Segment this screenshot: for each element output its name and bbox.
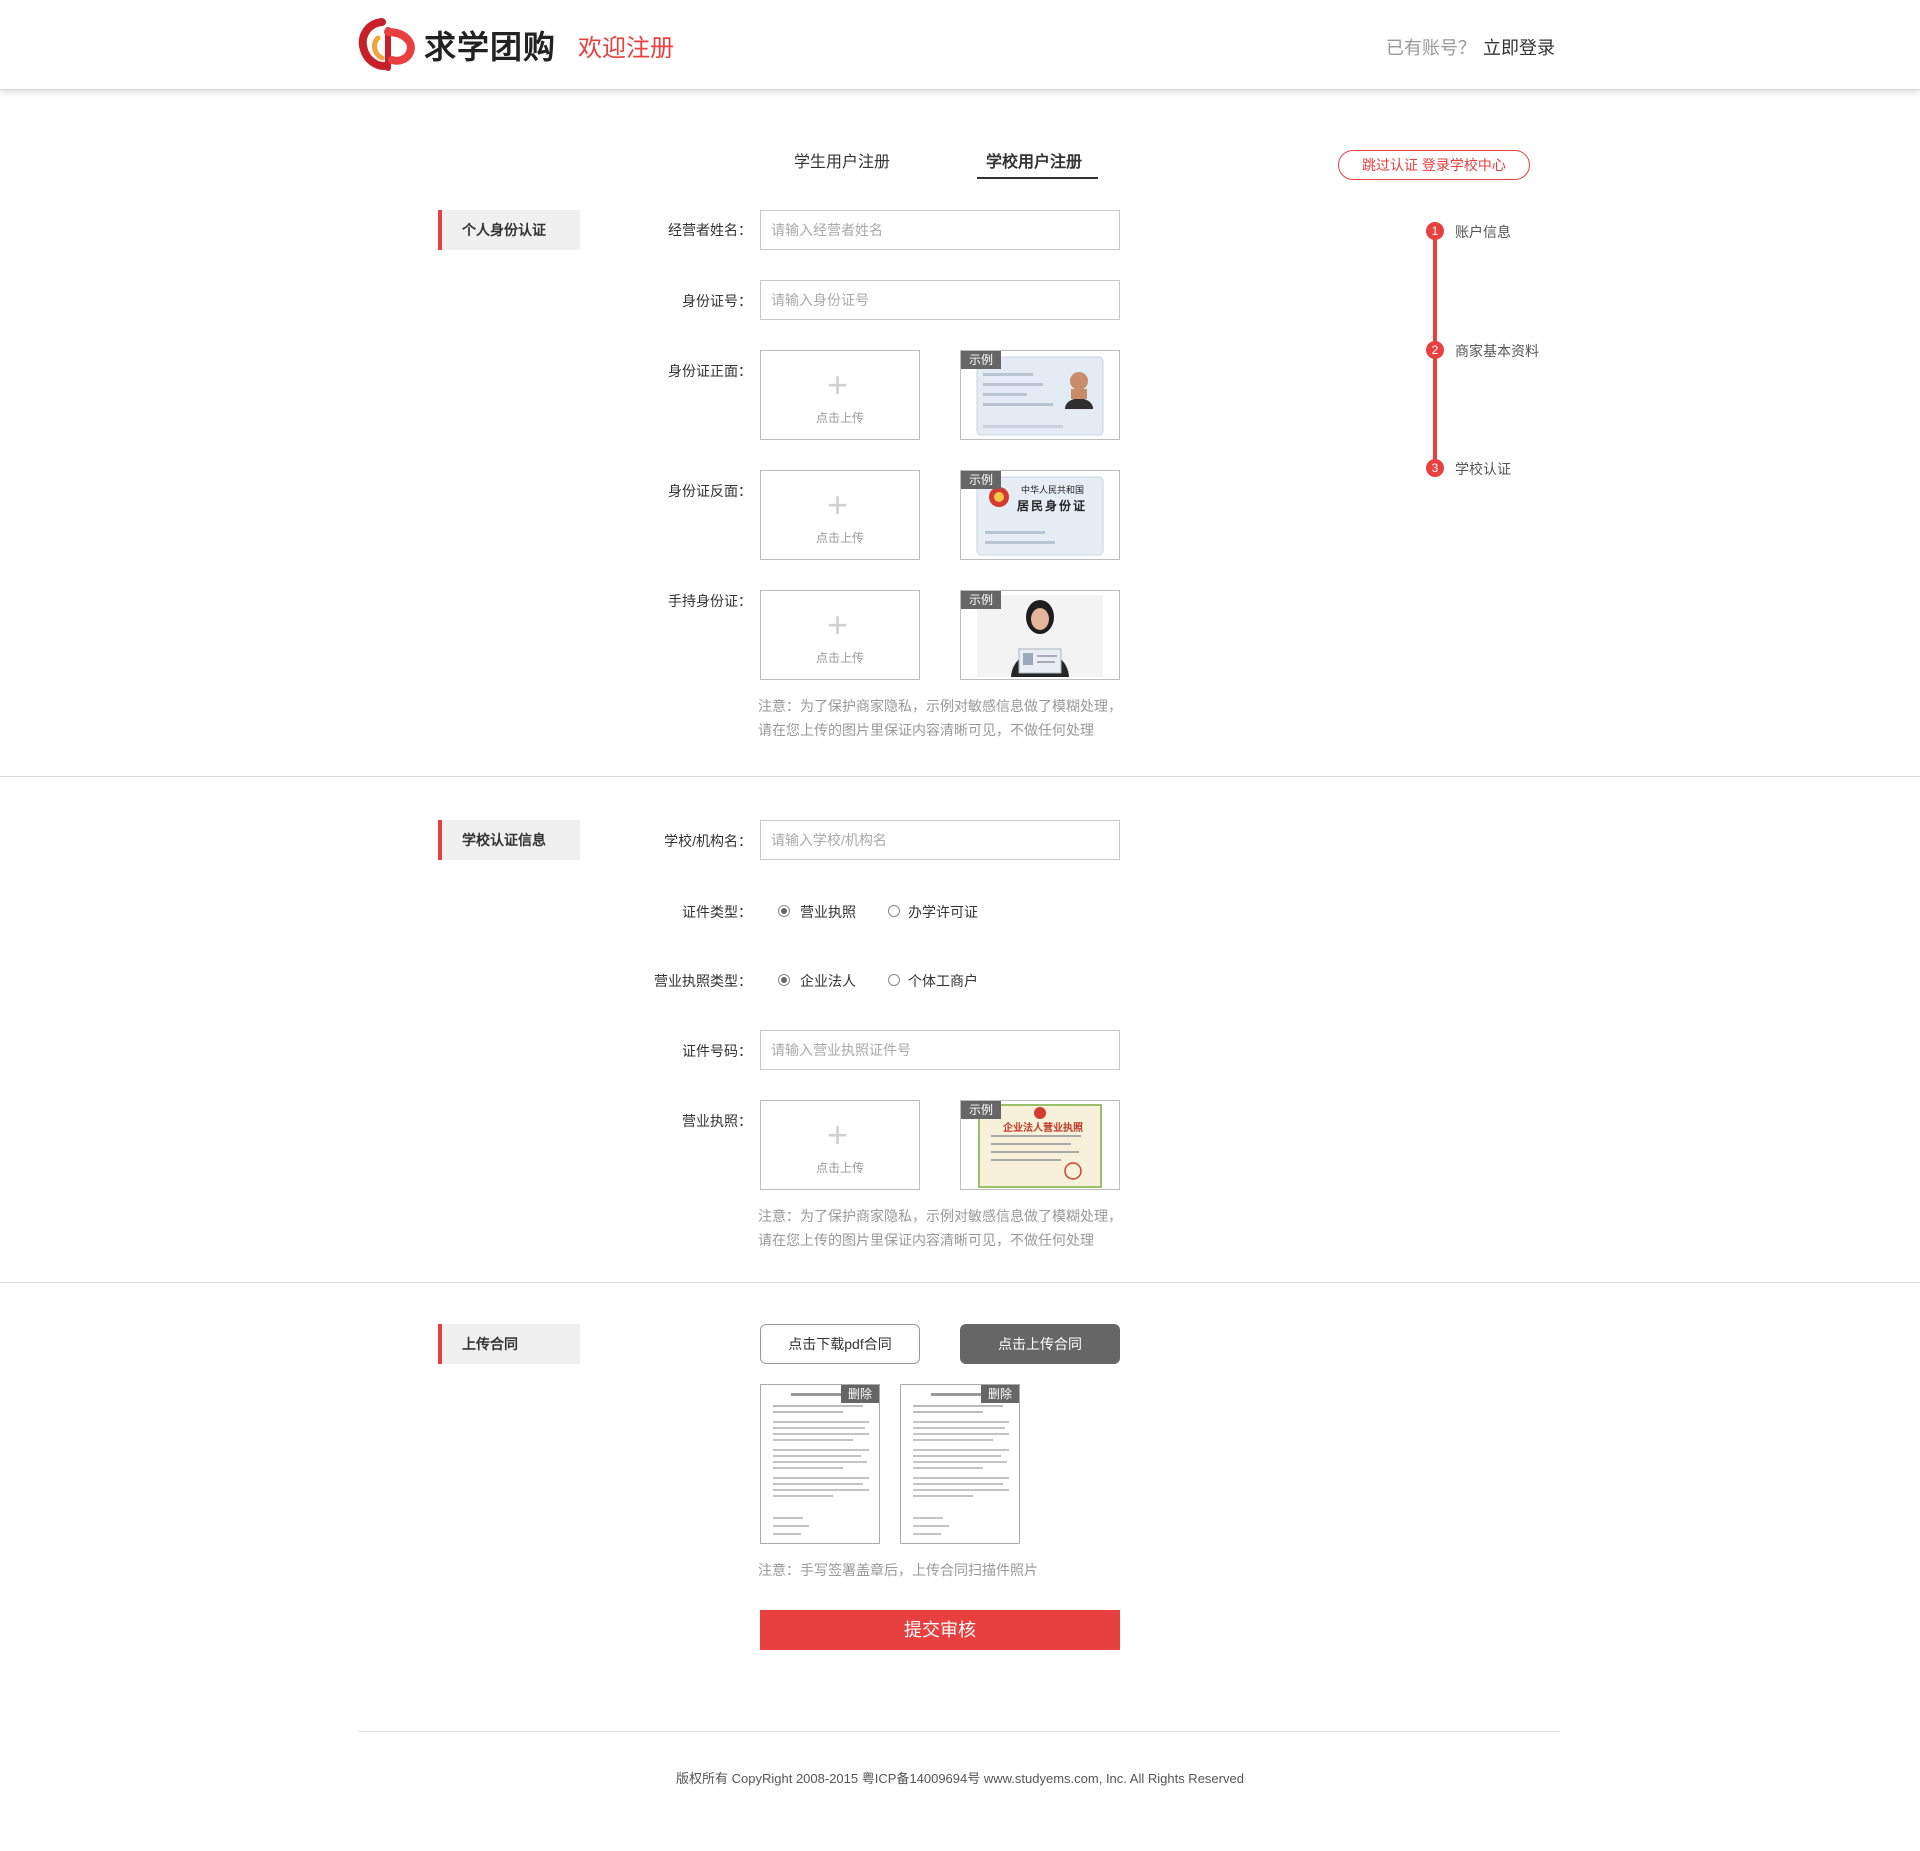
document-page-icon [913,1393,1009,1535]
id-back-title-line2: 居民身份证 [1017,499,1088,513]
login-question: 已有账号？ [1386,38,1476,58]
upload-hint: 点击上传 [815,1161,864,1175]
id-back-title-line1: 中华人民共和国 [1021,486,1085,496]
submit-review-button[interactable]: 提交审核 [760,1610,1120,1650]
step-3-label: 学校认证 [1455,461,1511,477]
hold-id-sample: 示例 [960,590,1120,680]
skip-verification-button[interactable]: 跳过认证 登录学校中心 [1338,150,1530,180]
personal-note-line2: 请在您上传的图片里保证内容清晰可见，不做任何处理 [758,722,1094,738]
plus-icon: + [827,364,849,405]
step-2-dot: 2 [1426,341,1444,359]
hold-id-upload[interactable]: + 点击上传 [760,590,920,680]
license-sample-title: 企业法人营业执照 [1003,1123,1083,1134]
document-page-icon [773,1393,869,1535]
active-tab-indicator [977,177,1098,179]
license-type-radio-individual[interactable] [888,974,900,986]
id-number-input[interactable] [760,280,1120,320]
cert-type-label: 证件类型： [682,904,752,920]
cert-number-label: 证件号码： [682,1043,752,1059]
plus-icon: + [827,1114,849,1155]
id-number-label: 身份证号： [682,293,752,309]
section-divider [0,1282,1920,1283]
school-note-line2: 请在您上传的图片里保证内容清晰可见，不做任何处理 [758,1232,1094,1248]
license-upload[interactable]: + 点击上传 [760,1100,920,1190]
personal-note-line1: 注意：为了保护商家隐私，示例对敏感信息做了模糊处理， [758,698,1122,714]
section-divider [0,776,1920,777]
id-front-label: 身份证正面： [668,363,752,379]
delete-contract-button[interactable]: 删除 [981,1385,1019,1403]
id-back-upload[interactable]: + 点击上传 [760,470,920,560]
id-front-upload[interactable]: + 点击上传 [760,350,920,440]
license-type-radio-enterprise[interactable] [778,974,790,986]
plus-icon: + [827,604,849,645]
brand-logo-icon [358,18,415,71]
footer-divider [358,1731,1560,1732]
step-1-dot: 1 [1426,222,1444,240]
id-front-sample: 示例 [960,350,1120,440]
contract-note: 注意：手写签署盖章后，上传合同扫描件照片 [758,1562,1038,1578]
sample-tag: 示例 [961,1101,1001,1119]
cert-type-radio-business-license[interactable] [778,905,790,917]
cert-type-option-label: 办学许可证 [908,904,978,920]
sample-tag: 示例 [961,591,1001,609]
tab-student-register[interactable]: 学生用户注册 [794,148,890,172]
org-name-input[interactable] [760,820,1120,860]
id-back-sample: 示例 中华人民共和国 居民身份证 [960,470,1120,560]
step-1-label: 账户信息 [1455,224,1511,240]
upload-hint: 点击上传 [815,531,864,545]
upload-hint: 点击上传 [815,411,864,425]
upload-contract-button[interactable]: 点击上传合同 [960,1324,1120,1364]
footer-copyright: 版权所有 CopyRight 2008-2015 粤ICP备14009694号 … [676,1771,1244,1786]
license-type-label: 营业执照类型： [654,973,752,989]
hold-id-label: 手持身份证： [668,593,752,609]
sample-tag: 示例 [961,471,1001,489]
step-2-label: 商家基本资料 [1455,343,1539,359]
id-back-label: 身份证反面： [668,483,752,499]
welcome-title: 欢迎注册 [578,35,674,62]
plus-icon: + [827,484,849,525]
brand-name: 求学团购 [424,29,557,65]
operator-name-input[interactable] [760,210,1120,250]
cert-number-input[interactable] [760,1030,1120,1070]
login-link[interactable]: 立即登录 [1483,34,1555,60]
license-sample: 示例 企业法人营业执照 [960,1100,1120,1190]
license-type-option-label: 企业法人 [800,973,856,989]
upload-hint: 点击上传 [815,651,864,665]
operator-name-label: 经营者姓名： [668,222,752,238]
school-note-line1: 注意：为了保护商家隐私，示例对敏感信息做了模糊处理， [758,1208,1122,1224]
step-3-dot: 3 [1426,459,1444,477]
cert-type-radio-school-permit[interactable] [888,905,900,917]
delete-contract-button[interactable]: 删除 [841,1385,879,1403]
contract-thumbnail-1: 删除 [760,1384,880,1544]
sample-tag: 示例 [961,351,1001,369]
site-header: 求学团购 欢迎注册 已有账号？ 立即登录 [0,0,1920,90]
cert-type-option-label: 营业执照 [800,904,856,920]
org-name-label: 学校/机构名： [664,833,752,849]
license-type-option-label: 个体工商户 [908,973,978,989]
download-pdf-contract-button[interactable]: 点击下载pdf合同 [760,1324,920,1364]
contract-thumbnail-2: 删除 [900,1384,1020,1544]
tab-school-register[interactable]: 学校用户注册 [986,148,1082,172]
license-upload-label: 营业执照： [682,1113,752,1129]
section-heading-contract: 上传合同 [438,1324,580,1364]
